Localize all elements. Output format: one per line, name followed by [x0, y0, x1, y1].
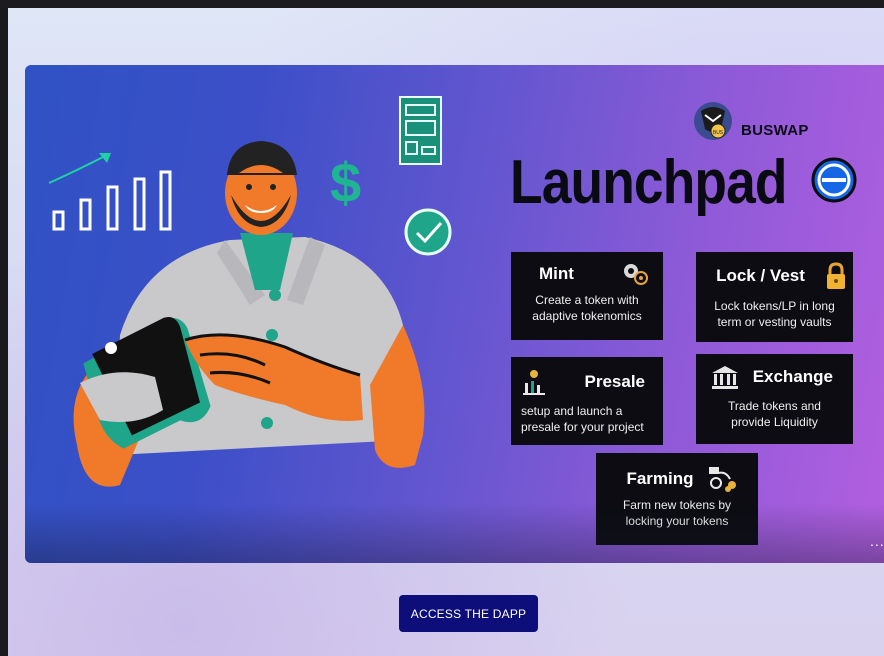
hero-banner[interactable]: $ BUS BUSWAP Launchpad Mint Create a tok… [25, 65, 884, 563]
access-dapp-button[interactable]: ACCESS THE DAPP [399, 595, 538, 632]
card-farming-desc: Farm new tokens by locking your tokens [622, 498, 732, 528]
bank-icon [712, 366, 738, 389]
chart-coin-icon [523, 370, 545, 395]
card-presale-title: Presale [584, 372, 646, 391]
dollar-icon: $ [330, 151, 361, 214]
brand-name: BUSWAP [741, 121, 809, 139]
banner-title: Launchpad [510, 148, 788, 217]
document-icon [399, 96, 442, 165]
person-figure [73, 141, 425, 487]
card-exchange[interactable]: Exchange Trade tokens and provide Liquid… [696, 354, 853, 444]
card-farming-title: Farming [626, 469, 694, 488]
minus-circle-icon [811, 157, 857, 203]
illustration: $ [48, 96, 452, 487]
top-bar [0, 0, 884, 8]
card-lock-desc: Lock tokens/LP in long term or vesting v… [714, 299, 835, 329]
carousel-more-indicator[interactable]: ... [870, 533, 884, 549]
farming-icon [708, 467, 736, 492]
card-exchange-title: Exchange [752, 367, 833, 386]
check-circle-icon [404, 208, 452, 256]
padlock-icon [826, 262, 845, 289]
card-mint-title: Mint [539, 264, 574, 283]
card-mint-desc: Create a token with adaptive tokenomics [532, 293, 642, 323]
card-mint[interactable]: Mint Create a token with adaptive tokeno… [511, 252, 663, 340]
brand: BUS BUSWAP [693, 101, 809, 141]
card-farming[interactable]: Farming Farm new tokens by locking your … [596, 453, 758, 545]
card-lock-vest[interactable]: Lock / Vest Lock tokens/LP in long term … [696, 252, 853, 342]
svg-text:BUS: BUS [713, 130, 724, 136]
card-presale-desc: setup and launch a presale for your proj… [521, 404, 644, 434]
growth-chart-icon [48, 153, 172, 231]
card-presale[interactable]: Presale setup and launch a presale for y… [511, 357, 663, 445]
card-exchange-desc: Trade tokens and provide Liquidity [728, 399, 821, 429]
card-lock-title: Lock / Vest [716, 266, 805, 285]
brand-logo-icon: BUS [694, 102, 732, 140]
gears-icon [624, 264, 648, 285]
